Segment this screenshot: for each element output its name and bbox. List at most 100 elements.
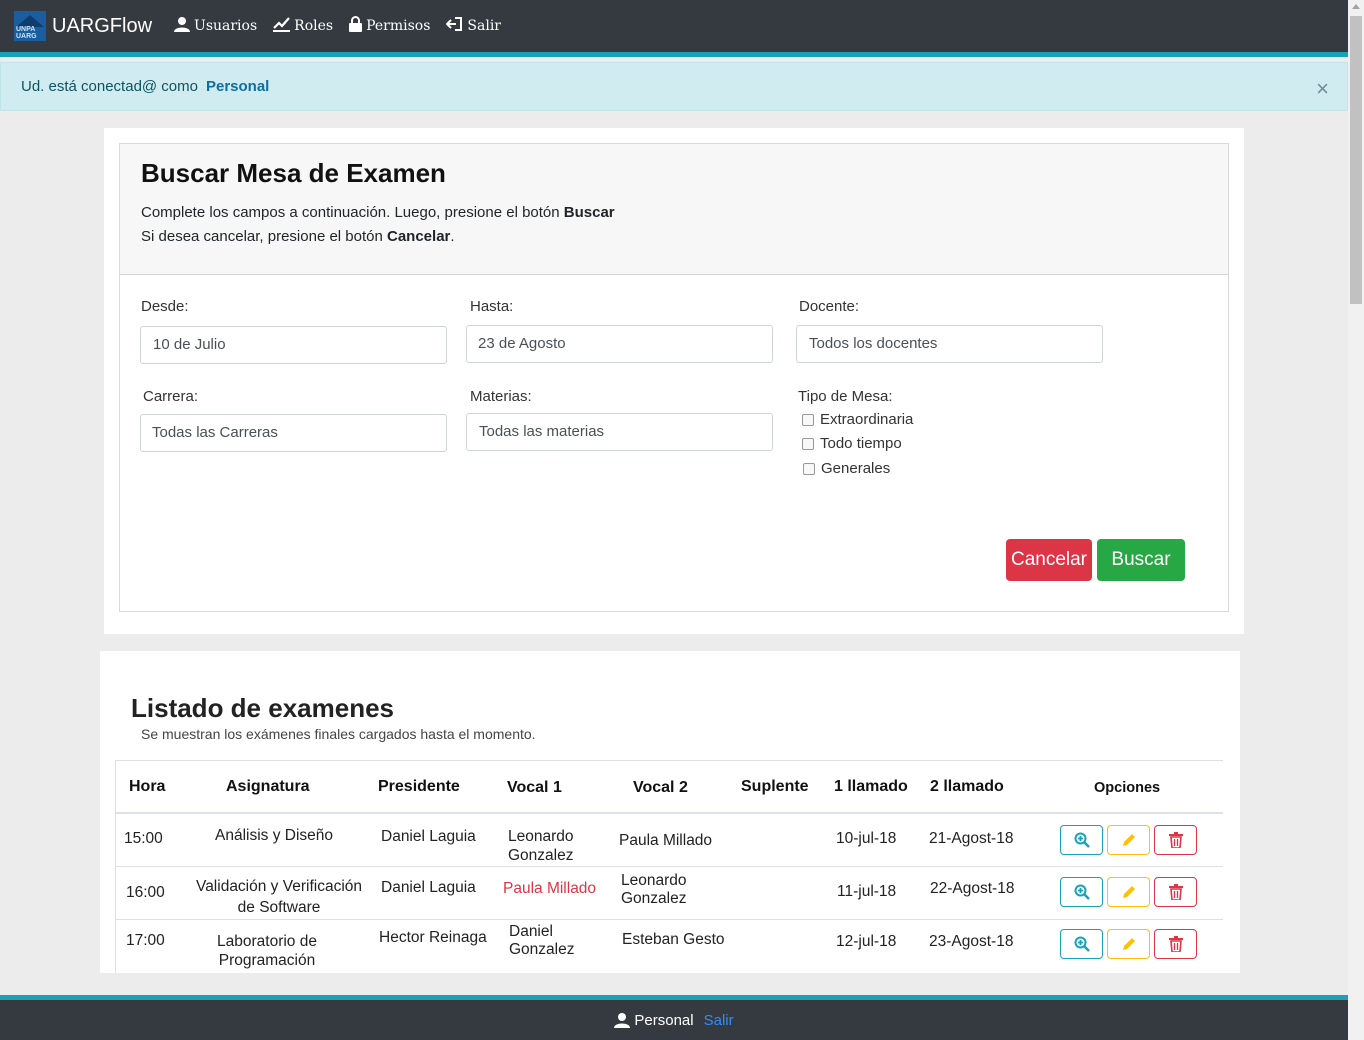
view-button[interactable]: [1060, 929, 1103, 959]
tipo-mesa-label: Tipo de Mesa:: [798, 388, 893, 405]
cell-llamado2: 23-Agost-18: [929, 933, 1014, 950]
chart-line-icon: [273, 16, 294, 36]
cell-llamado2: 22-Agost-18: [930, 880, 1015, 897]
search-instructions-line2: Si desea cancelar, presione el botón Can…: [141, 225, 1228, 249]
cell-asignatura-line1: Validación y Verificación: [196, 878, 362, 895]
delete-button[interactable]: [1154, 877, 1197, 907]
nav-permisos-label: Permisos: [366, 18, 431, 34]
checkbox-box[interactable]: [802, 413, 814, 426]
header-hora: Hora: [129, 778, 166, 795]
nav-usuarios[interactable]: Usuarios: [174, 16, 257, 36]
edit-button[interactable]: [1107, 825, 1150, 855]
table-header: Hora Asignatura Presidente Vocal 1 Vocal…: [116, 760, 1223, 814]
unpa-logo[interactable]: UNPA UARG: [14, 11, 46, 41]
user-icon: [614, 1013, 631, 1028]
table-row: 17:00 Laboratorio de Programación Hector …: [116, 920, 1223, 973]
cell-vocal2: Esteban Gesto: [622, 931, 725, 948]
search-button[interactable]: Buscar: [1097, 539, 1185, 581]
hasta-label: Hasta:: [470, 298, 514, 315]
cell-presidente: Hector Reinaga: [379, 929, 487, 946]
search-card-header: Buscar Mesa de Examen Complete los campo…: [120, 144, 1228, 275]
zoom-in-icon: [1074, 936, 1090, 952]
header-suplente: Suplente: [741, 778, 809, 795]
instructions-line2-end: .: [450, 228, 455, 245]
footer-logout-link[interactable]: Salir: [704, 1012, 734, 1029]
desde-label: Desde:: [141, 298, 189, 315]
search-title: Buscar Mesa de Examen: [141, 158, 446, 188]
scroll-up-arrow-icon[interactable]: [1352, 4, 1360, 9]
cell-vocal1-line1: Daniel: [509, 923, 553, 940]
cell-vocal1: Leonardo Gonzalez: [508, 827, 574, 865]
checkbox-generales[interactable]: Generales: [803, 460, 890, 477]
brand-name[interactable]: UARGFlow: [52, 15, 152, 38]
close-icon[interactable]: ×: [1316, 76, 1329, 102]
materias-input[interactable]: Todas las materias: [466, 413, 773, 451]
delete-button[interactable]: [1154, 825, 1197, 855]
footer: Personal Salir: [0, 995, 1348, 1040]
checkbox-todo-tiempo[interactable]: Todo tiempo: [802, 435, 902, 452]
materias-label: Materias:: [470, 388, 532, 405]
table-row: 15:00 Análisis y Diseño Daniel Laguia Le…: [116, 814, 1223, 867]
instructions-line2-bold: Cancelar: [387, 228, 451, 245]
checkbox-extraordinaria[interactable]: Extraordinaria: [802, 411, 913, 428]
logo-text: UNPA UARG: [16, 26, 37, 40]
cell-asignatura: Validación y Verificación de Software: [188, 876, 370, 918]
view-button[interactable]: [1060, 877, 1103, 907]
checkbox-box[interactable]: [803, 462, 815, 475]
cell-asignatura-line1: Análisis y Diseño: [214, 827, 334, 844]
cell-hora: 17:00: [126, 932, 165, 949]
cell-presidente: Daniel Laguia: [381, 879, 476, 896]
cell-vocal1: Daniel Gonzalez: [509, 923, 574, 959]
header-llamado1: 1 llamado: [834, 778, 908, 795]
instructions-line1-bold: Buscar: [563, 204, 615, 221]
desde-input[interactable]: 10 de Julio: [140, 326, 447, 364]
trash-icon: [1168, 832, 1183, 848]
cell-vocal2-line1: Leonardo: [621, 872, 687, 889]
exam-list-card: Listado de examenes Se muestran los exám…: [100, 651, 1240, 973]
zoom-in-icon: [1074, 832, 1090, 848]
cell-asignatura-line2: de Software: [237, 899, 321, 916]
footer-user-name: Personal: [634, 1011, 694, 1029]
pencil-icon: [1122, 886, 1135, 898]
search-instructions-line1: Complete los campos a continuación. Lueg…: [141, 201, 1228, 225]
cell-asignatura: Análisis y Diseño: [192, 826, 356, 845]
cell-vocal1-line2: Gonzalez: [508, 847, 574, 864]
trash-icon: [1168, 936, 1183, 952]
cell-vocal2: Paula Millado: [619, 832, 713, 849]
alert-text: Ud. está conectad@ como: [21, 78, 198, 95]
checkbox-label: Todo tiempo: [820, 435, 902, 452]
instructions-line2-text: Si desea cancelar, presione el botón: [141, 228, 387, 245]
edit-button[interactable]: [1107, 929, 1150, 959]
header-vocal1: Vocal 1: [507, 779, 562, 796]
nav-permisos[interactable]: Permisos: [349, 16, 430, 36]
header-asignatura: Asignatura: [226, 778, 310, 795]
page-scrollbar[interactable]: [1348, 0, 1364, 1040]
hasta-input[interactable]: 23 de Agosto: [466, 325, 773, 363]
cancel-button[interactable]: Cancelar: [1006, 539, 1092, 581]
alert-user-link[interactable]: Personal: [206, 78, 269, 95]
table-row: 16:00 Validación y Verificación de Softwa…: [116, 867, 1223, 920]
cell-asignatura: Laboratorio de Programación: [192, 932, 342, 970]
nav-salir[interactable]: Salir: [445, 16, 501, 36]
pencil-icon: [1122, 938, 1135, 950]
cell-asignatura-line1: Laboratorio de: [217, 933, 317, 950]
docente-label: Docente:: [799, 298, 860, 315]
nav-roles[interactable]: Roles: [273, 16, 333, 36]
cell-vocal2: Leonardo Gonzalez: [621, 872, 687, 908]
edit-button[interactable]: [1107, 877, 1150, 907]
trash-icon: [1168, 884, 1183, 900]
carrera-input[interactable]: Todas las Carreras: [140, 414, 447, 452]
header-vocal2: Vocal 2: [633, 779, 688, 796]
delete-button[interactable]: [1154, 929, 1197, 959]
cell-llamado1: 11-jul-18: [837, 883, 897, 900]
exam-table: Hora Asignatura Presidente Vocal 1 Vocal…: [115, 760, 1223, 973]
search-card: Buscar Mesa de Examen Complete los campo…: [119, 143, 1229, 612]
checkbox-box[interactable]: [802, 437, 814, 450]
view-button[interactable]: [1060, 825, 1103, 855]
cell-hora: 16:00: [126, 884, 165, 901]
top-navbar: UNPA UARG UARGFlow Usuarios Roles Permis…: [0, 0, 1348, 57]
docente-input[interactable]: Todos los docentes: [796, 325, 1103, 363]
scrollbar-thumb[interactable]: [1350, 16, 1362, 304]
cell-hora: 15:00: [124, 830, 163, 847]
cell-llamado2: 21-Agost-18: [929, 830, 1014, 847]
